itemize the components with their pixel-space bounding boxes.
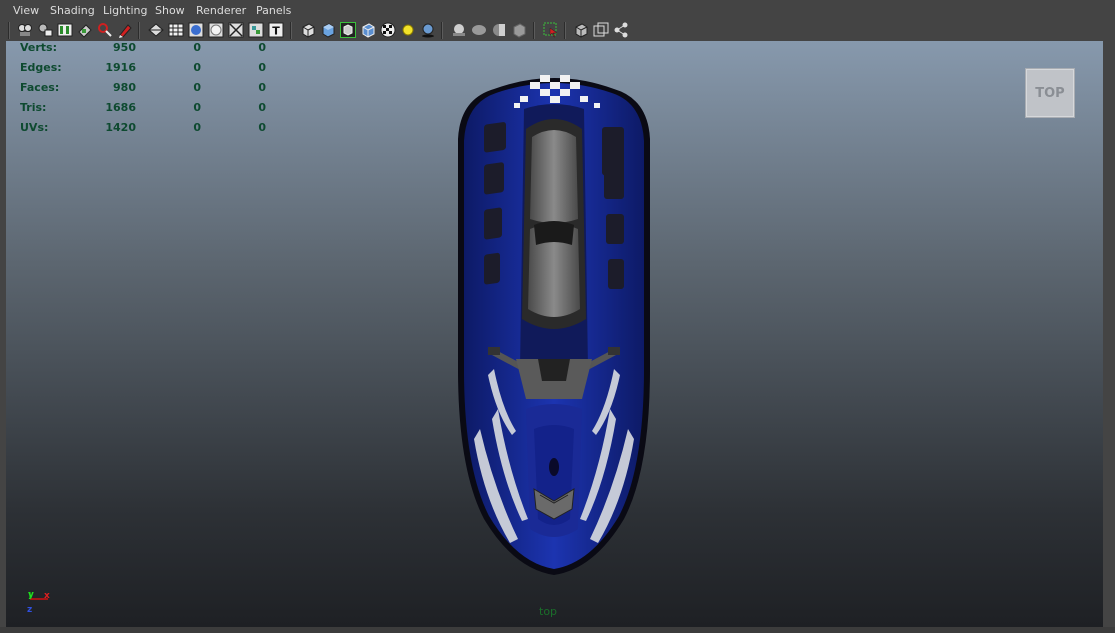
- image-plane-icon[interactable]: [77, 22, 93, 38]
- isolate-select-icon[interactable]: [228, 22, 244, 38]
- camera-cube-icon[interactable]: [593, 22, 609, 38]
- panel-bottom-strip: [0, 627, 1115, 633]
- texture-icon[interactable]: T: [268, 22, 284, 38]
- view-cube[interactable]: TOP: [1025, 68, 1075, 118]
- hud-edges-selected: 0: [193, 61, 201, 74]
- toolbar-separator: [441, 22, 443, 39]
- gate-mask-icon[interactable]: [613, 22, 629, 38]
- xray-icon[interactable]: [248, 22, 264, 38]
- axis-x-label: x: [44, 591, 50, 601]
- menu-renderer[interactable]: Renderer: [196, 4, 246, 17]
- hud-uvs-other: 0: [258, 121, 266, 134]
- hud-uvs-selected: 0: [193, 121, 201, 134]
- use-all-lights-icon[interactable]: [400, 22, 416, 38]
- menu-show[interactable]: Show: [155, 4, 185, 17]
- hud-faces-label: Faces:: [20, 81, 60, 94]
- viewport-toolbar: T: [0, 20, 1115, 41]
- bounding-box-icon[interactable]: [208, 22, 224, 38]
- grease-pencil-icon[interactable]: [117, 22, 133, 38]
- hud-verts-value: 950: [113, 41, 136, 54]
- camera-attributes-icon[interactable]: [37, 22, 53, 38]
- hud-tris-other: 0: [258, 101, 266, 114]
- hud-faces-other: 0: [258, 81, 266, 94]
- panel-right-edge: [1103, 41, 1115, 627]
- hud-verts-selected: 0: [193, 41, 201, 54]
- screen-space-ao-icon[interactable]: [471, 22, 487, 38]
- menu-shading[interactable]: Shading: [50, 4, 95, 17]
- viewport-menu-bar: View Shading Lighting Show Renderer Pane…: [0, 0, 1115, 20]
- hud-tris-value: 1686: [105, 101, 136, 114]
- menu-lighting[interactable]: Lighting: [103, 4, 147, 17]
- smooth-shade-icon[interactable]: [168, 22, 184, 38]
- axis-y-label: y: [28, 590, 34, 600]
- hud-faces-selected: 0: [193, 81, 201, 94]
- shadows-icon[interactable]: [420, 22, 436, 38]
- 2d-pan-zoom-icon[interactable]: [97, 22, 113, 38]
- default-material-icon[interactable]: [188, 22, 204, 38]
- menu-panels[interactable]: Panels: [256, 4, 291, 17]
- svg-text:T: T: [272, 25, 280, 38]
- axis-z-label: z: [27, 605, 32, 615]
- toolbar-separator: [533, 22, 535, 39]
- motion-blur-icon[interactable]: [491, 22, 507, 38]
- toolbar-separator: [8, 22, 10, 39]
- hud-edges-label: Edges:: [20, 61, 62, 74]
- select-camera-icon[interactable]: [17, 22, 33, 38]
- toolbar-separator: [290, 22, 292, 39]
- hud-edges-value: 1916: [105, 61, 136, 74]
- hud-edges-other: 0: [258, 61, 266, 74]
- wireframe-on-shaded-icon[interactable]: [360, 22, 376, 38]
- bookmark-icon[interactable]: [57, 22, 73, 38]
- wireframe-icon[interactable]: [148, 22, 164, 38]
- axis-gizmo: y x z: [27, 590, 50, 615]
- isolate-icon[interactable]: [573, 22, 589, 38]
- hud-verts-label: Verts:: [20, 41, 58, 54]
- resolution-gate-icon[interactable]: [300, 22, 316, 38]
- hud-uvs-label: UVs:: [20, 121, 49, 134]
- view-cube-label: TOP: [1035, 85, 1065, 101]
- jet-ski-model[interactable]: [454, 69, 654, 579]
- hud-faces-value: 980: [113, 81, 136, 94]
- hud-verts-other: 0: [258, 41, 266, 54]
- flat-shade-icon[interactable]: [320, 22, 336, 38]
- high-quality-icon[interactable]: [451, 22, 467, 38]
- textured-icon[interactable]: [380, 22, 396, 38]
- toolbar-separator: [138, 22, 140, 39]
- hud-tris-label: Tris:: [20, 101, 47, 114]
- toolbar-separator: [564, 22, 566, 39]
- multisample-aa-icon[interactable]: [511, 22, 527, 38]
- hud-tris-selected: 0: [193, 101, 201, 114]
- depth-of-field-icon[interactable]: [543, 22, 559, 38]
- hud-uvs-value: 1420: [105, 121, 136, 134]
- smooth-shade-all-icon[interactable]: [340, 22, 356, 38]
- 3d-viewport[interactable]: Verts: 950 0 0 Edges: 1916 0 0 Faces: 98…: [6, 41, 1103, 628]
- menu-view[interactable]: View: [13, 4, 39, 17]
- camera-name-label: top: [539, 605, 558, 618]
